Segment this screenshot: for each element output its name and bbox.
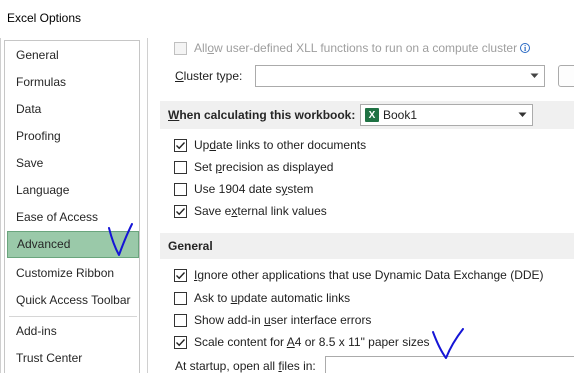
title-bar: Excel Options: [0, 0, 574, 38]
startup-folder-label: At startup, open all files in:: [175, 359, 316, 373]
show-addin-errors-checkbox[interactable]: [174, 313, 187, 327]
section-header-general: General: [160, 233, 574, 259]
scale-paper-sizes-checkbox[interactable]: [174, 335, 187, 349]
option-set-precision[interactable]: Set precision as displayed: [174, 157, 333, 177]
update-links-checkbox[interactable]: [174, 138, 187, 152]
sidebar-item-label: Data: [16, 102, 42, 116]
sidebar-item-general[interactable]: General: [5, 42, 139, 69]
window-frame: [0, 38, 1, 373]
xll-cluster-option[interactable]: Allow user-defined XLL functions to run …: [174, 38, 531, 58]
chevron-down-icon: [518, 112, 527, 117]
chevron-down-icon: [530, 73, 539, 78]
option-scale-paper-sizes[interactable]: Scale content for A4 or 8.5 x 11" paper …: [174, 332, 430, 352]
workbook-value: Book1: [383, 108, 418, 122]
sidebar-item-label: Ease of Access: [16, 210, 99, 224]
check-icon: [176, 141, 186, 149]
sidebar-item-language[interactable]: Language: [5, 177, 139, 204]
date-system-checkbox[interactable]: [174, 182, 187, 196]
sidebar-nav: General Formulas Data Proofing Save Lang…: [4, 40, 140, 373]
sidebar-item-label: Customize Ribbon: [16, 266, 115, 280]
cluster-type-label: Cluster type:: [175, 69, 243, 83]
option-show-addin-errors[interactable]: Show add-in user interface errors: [174, 310, 371, 330]
startup-folder-input[interactable]: [325, 356, 574, 373]
sidebar-item-label: Save: [16, 156, 44, 170]
ask-update-links-checkbox[interactable]: [174, 291, 187, 305]
sidebar-item-label: General: [16, 48, 59, 62]
section-title: General: [168, 239, 213, 253]
check-icon: [176, 271, 186, 279]
sidebar-item-label: Quick Access Toolbar: [16, 293, 131, 307]
sidebar-item-add-ins[interactable]: Add-ins: [5, 318, 139, 345]
option-save-external-links[interactable]: Save external link values: [174, 201, 327, 221]
option-update-links[interactable]: Update links to other documents: [174, 135, 366, 155]
sidebar-divider: [9, 316, 137, 317]
sidebar-item-data[interactable]: Data: [5, 96, 139, 123]
sidebar-item-quick-access-toolbar[interactable]: Quick Access Toolbar: [5, 287, 139, 314]
save-external-links-checkbox[interactable]: [174, 204, 187, 218]
sidebar-item-save[interactable]: Save: [5, 150, 139, 177]
option-ask-update-links[interactable]: Ask to update automatic links: [174, 288, 350, 308]
sidebar-item-ease-of-access[interactable]: Ease of Access: [5, 204, 139, 231]
check-icon: [176, 207, 186, 215]
option-1904-date-system[interactable]: Use 1904 date system: [174, 179, 313, 199]
sidebar-item-label: Add-ins: [16, 324, 57, 338]
info-icon[interactable]: i: [520, 43, 531, 53]
sidebar-item-label: Advanced: [17, 237, 71, 251]
cluster-type-dropdown[interactable]: [255, 65, 545, 87]
sidebar-item-customize-ribbon[interactable]: Customize Ribbon: [5, 260, 139, 287]
cluster-options-button[interactable]: [558, 65, 574, 87]
set-precision-checkbox[interactable]: [174, 160, 187, 174]
option-ignore-dde[interactable]: Ignore other applications that use Dynam…: [174, 265, 544, 285]
xll-cluster-checkbox[interactable]: [174, 41, 187, 55]
excel-workbook-icon: X: [365, 108, 379, 122]
sidebar-item-advanced[interactable]: Advanced: [7, 231, 139, 258]
sidebar-item-label: Trust Center: [16, 351, 83, 365]
window-title: Excel Options: [7, 11, 82, 25]
sidebar-item-trust-center[interactable]: Trust Center: [5, 345, 139, 372]
sidebar-item-label: Formulas: [16, 75, 67, 89]
sidebar-item-formulas[interactable]: Formulas: [5, 69, 139, 96]
check-icon: [176, 338, 186, 346]
advanced-options-pane: Allow user-defined XLL functions to run …: [147, 38, 574, 373]
ignore-dde-checkbox[interactable]: [174, 268, 187, 282]
section-title: When calculating this workbook:: [168, 108, 356, 122]
sidebar-item-label: Proofing: [16, 129, 61, 143]
workbook-dropdown[interactable]: X Book1: [360, 104, 533, 126]
sidebar-item-proofing[interactable]: Proofing: [5, 123, 139, 150]
sidebar-item-label: Language: [16, 183, 70, 197]
section-header-calculation: When calculating this workbook: X Book1: [160, 101, 574, 129]
